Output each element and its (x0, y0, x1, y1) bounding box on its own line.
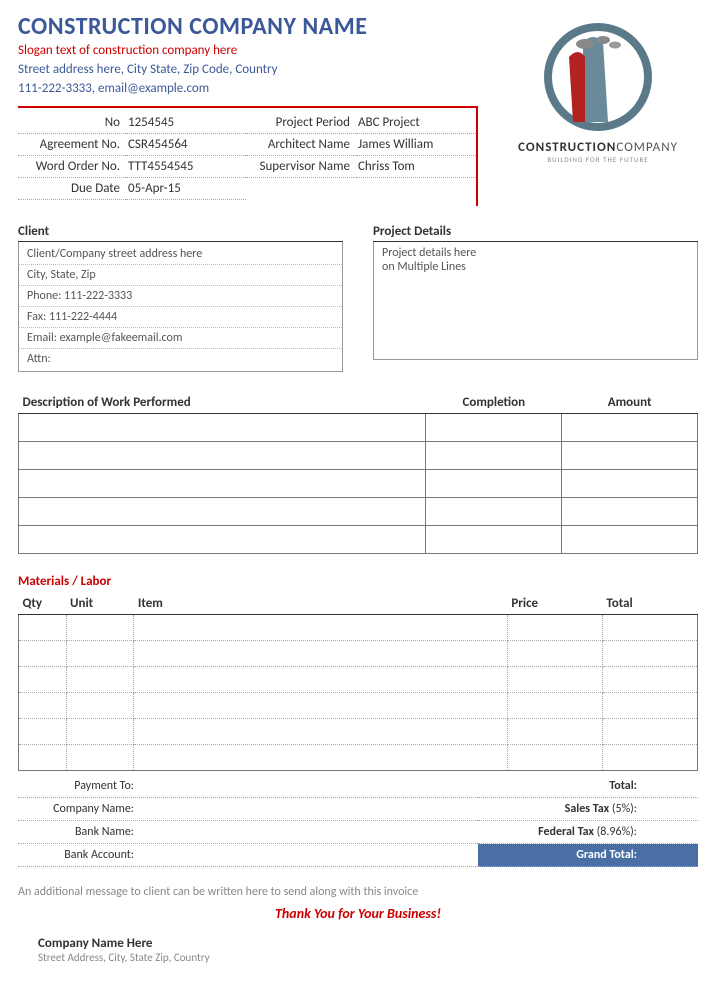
meta-agreement-value: CSR454564 (126, 134, 246, 156)
client-line: Phone: 111-222-3333 (19, 286, 342, 307)
meta-wordorder-value: TTT4554545 (126, 156, 246, 178)
building-logo-icon (523, 12, 673, 142)
table-row (19, 526, 698, 554)
meta-architect-label: Architect Name (246, 134, 356, 156)
table-row (19, 615, 698, 641)
project-box: Project Details Project details here on … (373, 224, 698, 372)
meta-supervisor-label: Supervisor Name (246, 156, 356, 178)
totals-column: Total: Sales Tax (5%): Federal Tax (8.96… (478, 775, 698, 867)
footer-message: An additional message to client can be w… (18, 885, 698, 899)
project-line: on Multiple Lines (382, 260, 689, 274)
meta-wordorder-label: Word Order No. (18, 156, 126, 178)
meta-architect-value: James William (356, 134, 476, 156)
table-row (19, 719, 698, 745)
slogan: Slogan text of construction company here (18, 43, 498, 58)
meta-agreement-label: Agreement No. (18, 134, 126, 156)
meta-duedate-label: Due Date (18, 178, 126, 200)
header: CONSTRUCTION COMPANY NAME Slogan text of… (18, 12, 698, 206)
work-header-desc: Description of Work Performed (19, 392, 426, 414)
payment-account-label: Bank Account: (20, 848, 140, 862)
project-line: Project details here (382, 246, 689, 260)
project-title: Project Details (373, 224, 698, 242)
work-header-completion: Completion (426, 392, 562, 414)
meta-period-label: Project Period (246, 112, 356, 134)
table-row (19, 470, 698, 498)
payment-company-label: Company Name: (20, 802, 140, 816)
client-box: Client Client/Company street address her… (18, 224, 343, 372)
thanks-message: Thank You for Your Business! (18, 905, 698, 922)
work-header-amount: Amount (562, 392, 698, 414)
mat-header-item: Item (134, 593, 507, 615)
totals-section: Payment To: Company Name: Bank Name: Ban… (18, 775, 698, 867)
meta-supervisor-value: Chriss Tom (356, 156, 476, 178)
client-line: Attn: (19, 349, 342, 369)
meta-no-label: No (18, 112, 126, 134)
payment-to-label: Payment To: (20, 779, 140, 793)
meta-period-value: ABC Project (356, 112, 476, 134)
meta-box: No 1254545 Project Period ABC Project Ag… (18, 106, 478, 206)
footer-company: Company Name Here (18, 936, 698, 951)
mat-header-qty: Qty (19, 593, 67, 615)
work-table: Description of Work Performed Completion… (18, 392, 698, 554)
fedtax-rate: (8.96%): (597, 825, 637, 839)
table-row (19, 442, 698, 470)
materials-title: Materials / Labor (18, 574, 698, 591)
table-row (19, 498, 698, 526)
mat-header-price: Price (507, 593, 602, 615)
table-row (19, 745, 698, 771)
company-contact: 111-222-3333, email@example.com (18, 81, 498, 96)
footer-address: Street Address, City, State Zip, Country (18, 951, 698, 964)
header-left: CONSTRUCTION COMPANY NAME Slogan text of… (18, 12, 498, 206)
client-title: Client (18, 224, 343, 242)
company-address: Street address here, City State, Zip Cod… (18, 62, 498, 77)
logo-brand: CONSTRUCTIONCOMPANY (498, 140, 698, 155)
salestax-rate: (5%): (612, 802, 637, 816)
info-columns: Client Client/Company street address her… (18, 224, 698, 372)
meta-no-value: 1254545 (126, 112, 246, 134)
grandtotal-label: Grand Total: (576, 848, 641, 862)
meta-duedate-value: 05-Apr-15 (126, 178, 246, 200)
table-row (19, 641, 698, 667)
mat-header-unit: Unit (66, 593, 134, 615)
table-row (19, 693, 698, 719)
mat-header-total: Total (602, 593, 697, 615)
client-line: Fax: 111-222-4444 (19, 307, 342, 328)
payment-column: Payment To: Company Name: Bank Name: Ban… (18, 775, 478, 867)
materials-table: Qty Unit Item Price Total (18, 593, 698, 771)
fedtax-label: Federal Tax (538, 825, 594, 839)
salestax-label: Sales Tax (565, 802, 609, 816)
client-line: Email: example@fakeemail.com (19, 328, 342, 349)
logo: CONSTRUCTIONCOMPANY BUILDING FOR THE FUT… (498, 12, 698, 206)
payment-bank-label: Bank Name: (20, 825, 140, 839)
client-line: Client/Company street address here (19, 244, 342, 265)
logo-tagline: BUILDING FOR THE FUTURE (498, 155, 698, 164)
table-row (19, 414, 698, 442)
client-line: City, State, Zip (19, 265, 342, 286)
table-row (19, 667, 698, 693)
company-name: CONSTRUCTION COMPANY NAME (18, 12, 498, 41)
total-label: Total: (609, 779, 637, 793)
